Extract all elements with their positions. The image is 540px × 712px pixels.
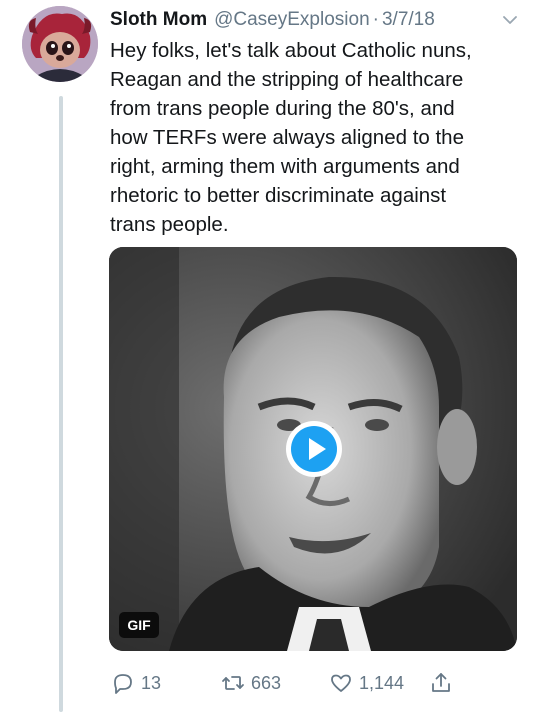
- tweet-text-line: rhetoric to better discriminate against: [110, 184, 447, 207]
- author-handle[interactable]: @CaseyExplosion: [214, 9, 370, 31]
- tweet-text: Hey folks, let's talk about Catholic nun…: [110, 36, 530, 239]
- tweet-text-line: from trans people during the 80's, and: [110, 97, 455, 120]
- reply-icon: [114, 674, 132, 694]
- gif-media[interactable]: GIF: [109, 247, 517, 651]
- share-button[interactable]: [428, 668, 459, 698]
- play-button[interactable]: [286, 421, 342, 477]
- tweet-text-line: Hey folks, let's talk about Catholic nun…: [110, 39, 472, 62]
- reply-count: 13: [141, 672, 162, 693]
- tweet-text-line: trans people.: [110, 213, 229, 236]
- author-name[interactable]: Sloth Mom: [110, 9, 207, 31]
- gif-badge: GIF: [119, 612, 159, 638]
- chevron-down-icon[interactable]: [500, 10, 520, 30]
- like-button[interactable]: 1,144: [328, 668, 404, 698]
- separator-dot: ·: [372, 9, 379, 30]
- play-icon: [291, 426, 337, 472]
- tweet-actions: 13 663 1,144: [110, 668, 490, 698]
- tweet-text-line: Reagan and the stripping of healthcare: [110, 68, 464, 91]
- tweet-text-line: right, arming them with arguments and: [110, 155, 460, 178]
- tweet-date[interactable]: 3/7/18: [382, 9, 435, 31]
- share-icon: [432, 673, 450, 692]
- thread-connector-line: [59, 96, 63, 712]
- retweet-button[interactable]: 663: [220, 668, 281, 698]
- tweet-header: Sloth Mom @CaseyExplosion · 3/7/18: [110, 6, 524, 34]
- retweet-count: 663: [251, 672, 282, 693]
- avatar[interactable]: [22, 6, 98, 82]
- tweet-text-line: how TERFs were always aligned to the: [110, 126, 464, 149]
- avatar-image: [22, 6, 98, 82]
- retweet-icon: [222, 676, 244, 690]
- reply-button[interactable]: 13: [110, 668, 161, 698]
- heart-icon: [331, 674, 351, 692]
- like-count: 1,144: [359, 672, 405, 693]
